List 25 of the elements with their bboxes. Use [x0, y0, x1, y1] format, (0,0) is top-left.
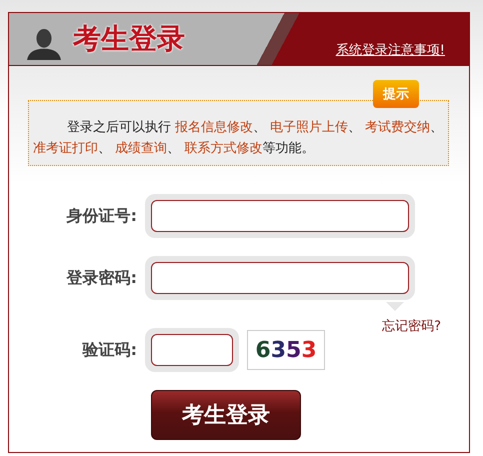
feature-link[interactable]: 电子照片上传 [270, 120, 348, 135]
tip-text: 登录之后可以执行 报名信息修改、 电子照片上传、 考试费交纳、 准考证打印、 成绩查询、 联系方式修改等功能。 [33, 119, 444, 158]
feature-link[interactable]: 联系方式修改 [184, 141, 262, 156]
feature-link[interactable]: 考试费交纳 [365, 120, 430, 135]
captcha-digit: 3 [270, 338, 286, 362]
captcha-digit: 6 [255, 338, 271, 362]
forgot-password-link[interactable]: 忘记密码? [382, 317, 441, 335]
login-button[interactable]: 考生登录 [151, 390, 301, 440]
feature-link[interactable]: 成绩查询 [115, 141, 168, 156]
feature-link[interactable]: 准考证打印 [33, 141, 98, 156]
input-field[interactable] [145, 194, 415, 238]
field-label: 登录密码: [65, 268, 137, 288]
captcha-digit: 3 [301, 338, 317, 362]
input-field[interactable] [145, 256, 415, 300]
tip-badge: 提示 [373, 80, 419, 108]
input-field[interactable] [145, 328, 239, 372]
feature-link[interactable]: 报名信息修改 [174, 120, 253, 135]
field-label: 身份证号: [66, 206, 137, 226]
notice-link[interactable]: 系统登录注意事项! [336, 41, 445, 59]
page-title: 考生登录 [73, 21, 185, 57]
field-label: 验证码: [81, 340, 137, 360]
pointer-icon [386, 302, 404, 311]
person-icon [25, 28, 63, 60]
captcha-digit: 5 [286, 338, 302, 362]
captcha-image[interactable]: 6353 [247, 330, 325, 370]
